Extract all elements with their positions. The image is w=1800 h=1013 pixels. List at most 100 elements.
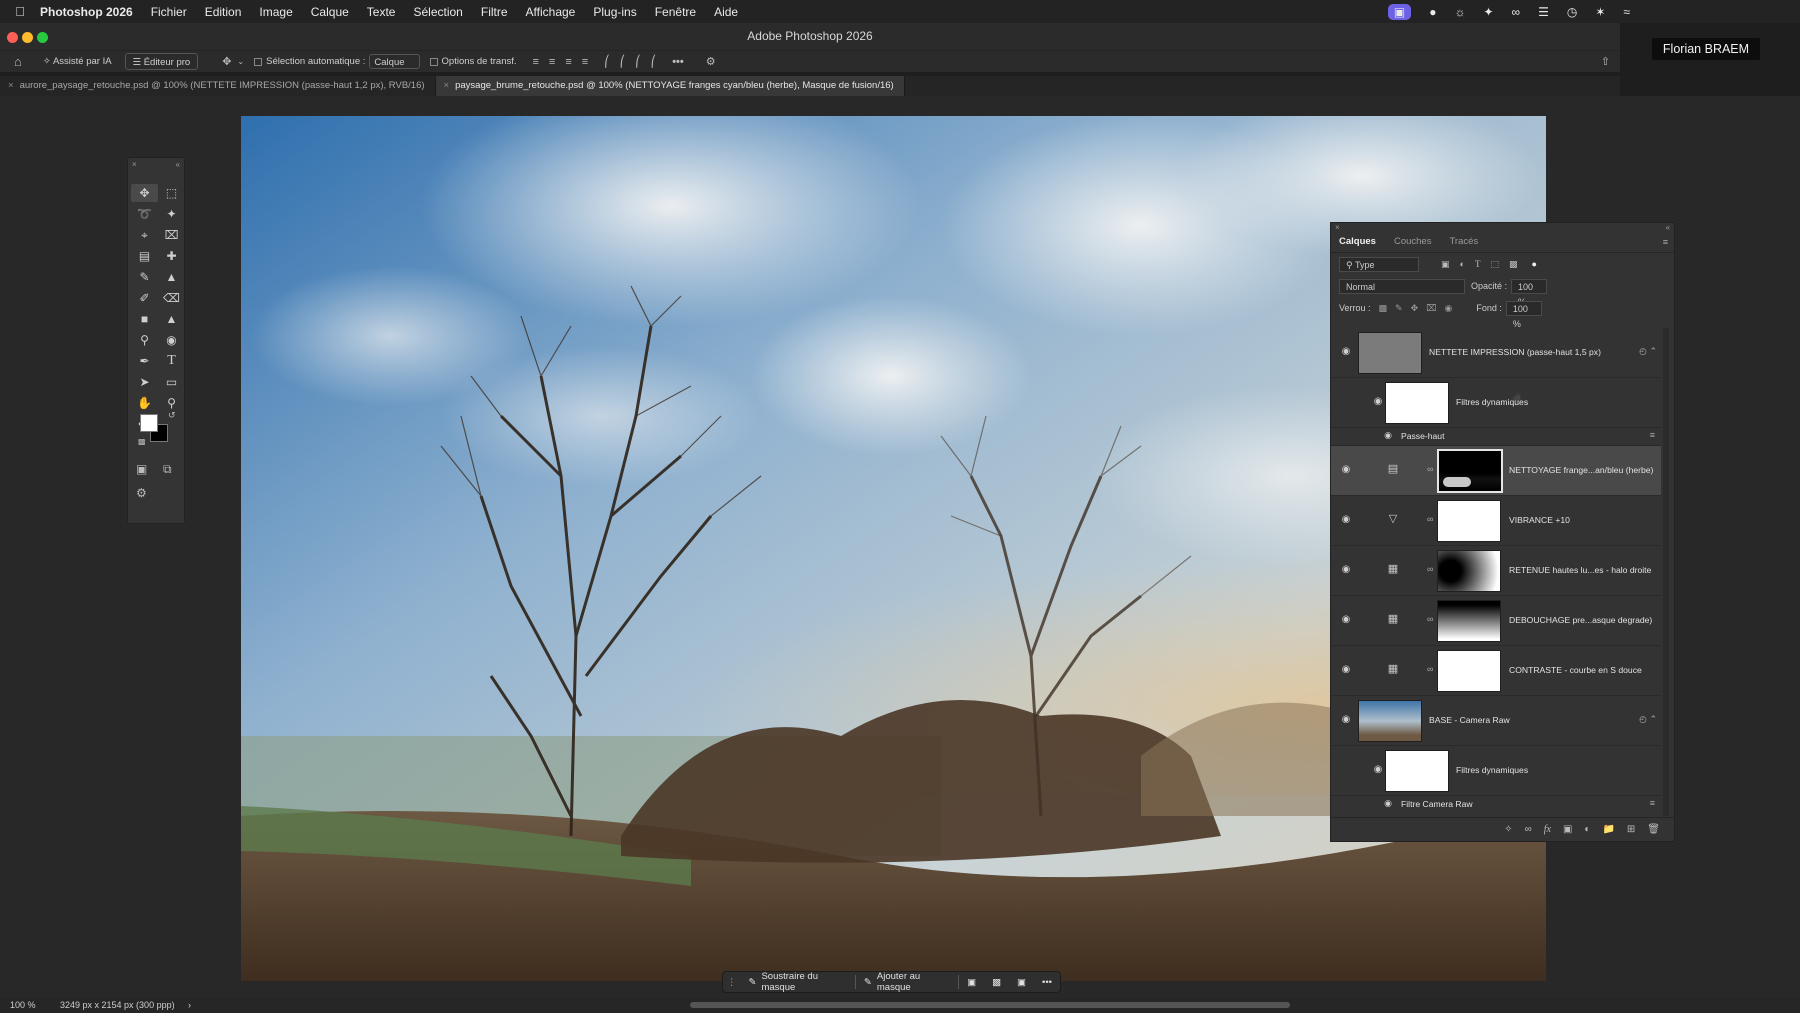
visibility-eye-icon[interactable]: ◉ xyxy=(1381,430,1395,441)
mask-link-icon[interactable]: ∞ xyxy=(1427,664,1433,674)
fill-input[interactable]: 100 % xyxy=(1505,300,1542,329)
wifi-icon[interactable]: ≈ xyxy=(1623,5,1630,19)
menu-fichier[interactable]: Fichier xyxy=(151,5,187,19)
home-icon[interactable]: ⌂ xyxy=(14,54,22,69)
align-center-icon[interactable]: ≡ xyxy=(549,56,555,68)
hand-tool-icon[interactable]: ✋ xyxy=(131,394,158,412)
gear-icon[interactable]: ⚙ xyxy=(706,55,716,68)
visibility-eye-icon[interactable]: ◉ xyxy=(1339,564,1353,575)
horizontal-scrollbar[interactable] xyxy=(690,1002,1290,1008)
layer-filter-dropdown[interactable]: ⚲ Type xyxy=(1339,256,1419,272)
layer-contraste[interactable]: ◉ ▦ ∞ CONTRASTE - courbe en S douce xyxy=(1331,646,1661,696)
visibility-eye-icon[interactable]: ◉ xyxy=(1339,614,1353,625)
status-chevron-icon[interactable]: › xyxy=(188,998,191,1013)
app-menu[interactable]: Photoshop 2026 xyxy=(40,5,133,19)
layer-smart-filters-base[interactable]: ◉ Filtres dynamiques xyxy=(1331,746,1661,796)
align-top-icon[interactable]: ⎛ xyxy=(604,55,610,68)
collapse-panel-icon[interactable]: « xyxy=(176,160,180,169)
invert-mask-icon[interactable]: ▩ xyxy=(984,977,1009,988)
filter-shape-icon[interactable]: ⬚ xyxy=(1490,259,1499,270)
sponge-tool-icon[interactable]: ◉ xyxy=(158,331,185,349)
lock-position-icon[interactable]: ✥ xyxy=(1411,303,1419,314)
layer-mask-thumbnail[interactable] xyxy=(1437,500,1501,542)
layer-mask-thumbnail[interactable] xyxy=(1437,550,1501,592)
close-window-icon[interactable] xyxy=(7,32,18,43)
menu-plugins[interactable]: Plug-ins xyxy=(593,5,636,19)
crop-tool-icon[interactable]: ⌖ xyxy=(131,226,158,244)
layer-mask-thumbnail[interactable] xyxy=(1437,600,1501,642)
zoom-window-icon[interactable] xyxy=(37,32,48,43)
layer-passe-haut[interactable]: ◉ Passe-haut ≡ xyxy=(1331,428,1661,446)
layer-base-camera-raw[interactable]: ◉ BASE - Camera Raw ◴ ⌃ xyxy=(1331,696,1661,746)
menu-selection[interactable]: Sélection xyxy=(413,5,462,19)
document-size[interactable]: 3249 px x 2154 px (300 ppp) xyxy=(60,998,175,1013)
layer-camera-raw-filter[interactable]: ◉ Filtre Camera Raw ≡ xyxy=(1331,796,1661,814)
brush-tool-icon[interactable]: ✎ xyxy=(131,268,158,286)
auto-select-checkbox[interactable] xyxy=(254,57,263,66)
adjustment-layer-icon[interactable]: ◐ xyxy=(1584,824,1590,835)
layer-debouchage[interactable]: ◉ ▦ ∞ DEBOUCHAGE pre...asque degrade) xyxy=(1331,596,1661,646)
layer-mask-thumbnail[interactable] xyxy=(1437,650,1501,692)
visibility-eye-icon[interactable]: ◉ xyxy=(1339,664,1353,675)
sparkle-icon[interactable]: ✦ xyxy=(1483,5,1493,19)
ruler-tool-icon[interactable]: ▤ xyxy=(131,247,158,265)
layer-mask-thumbnail[interactable] xyxy=(1437,449,1503,493)
ai-assist-icon[interactable]: ✧ xyxy=(1504,824,1512,835)
path-selection-icon[interactable]: ➤ xyxy=(131,373,158,391)
panel-menu-icon[interactable]: ≡ xyxy=(1663,237,1668,247)
distribute-vertical-icon[interactable]: ≡ xyxy=(582,56,588,68)
filter-options-icon[interactable]: ≡ xyxy=(1650,798,1655,808)
tab-aurore[interactable]: × aurore_paysage_retouche.psd @ 100% (NET… xyxy=(0,76,436,96)
visibility-eye-icon[interactable]: ◉ xyxy=(1371,764,1385,775)
dodge-tool-icon[interactable]: ⚲ xyxy=(131,331,158,349)
rectangle-tool-icon[interactable]: ▭ xyxy=(158,373,185,391)
marquee-tool-icon[interactable]: ⬚ xyxy=(158,184,185,202)
fx-icon[interactable]: fx xyxy=(1544,824,1551,835)
visibility-eye-icon[interactable]: ◉ xyxy=(1339,514,1353,525)
type-tool-icon[interactable]: T xyxy=(158,352,185,370)
filter-pixel-icon[interactable]: ▣ xyxy=(1441,259,1450,270)
close-panel-icon[interactable]: × xyxy=(132,160,137,169)
close-tab-icon[interactable]: × xyxy=(444,80,450,91)
lock-pixels-icon[interactable]: ✎ xyxy=(1395,303,1403,314)
more-options-icon[interactable]: ••• xyxy=(1034,977,1060,988)
delete-layer-icon[interactable]: 🗑 xyxy=(1647,824,1660,835)
visibility-eye-icon[interactable]: ◉ xyxy=(1339,346,1353,357)
swap-colors-icon[interactable]: ↺ xyxy=(168,410,176,421)
new-layer-icon[interactable]: ⊞ xyxy=(1627,824,1635,835)
align-left-icon[interactable]: ≡ xyxy=(533,56,539,68)
visibility-eye-icon[interactable]: ◉ xyxy=(1371,396,1385,407)
bluetooth-icon[interactable]: ✶ xyxy=(1595,5,1605,19)
menu-calque[interactable]: Calque xyxy=(311,5,349,19)
edit-toolbar-icon[interactable]: ⚙ xyxy=(136,486,147,500)
layer-nettoyage-franges[interactable]: ◉ ▤ ∞ NETTOYAGE frange...an/bleu (herbe) xyxy=(1331,446,1661,496)
mask-options-icon[interactable]: ▣ xyxy=(959,977,984,988)
mask-link-icon[interactable]: ∞ xyxy=(1427,564,1433,574)
eraser-tool-icon[interactable]: ⌫ xyxy=(158,289,185,307)
close-panel-icon[interactable]: × xyxy=(1335,223,1340,232)
filter-toggle-icon[interactable]: ● xyxy=(1531,259,1536,269)
tab-calques[interactable]: Calques xyxy=(1339,236,1376,247)
menu-texte[interactable]: Texte xyxy=(367,5,396,19)
mask-link-icon[interactable]: ∞ xyxy=(1427,614,1433,624)
frame-tool-icon[interactable]: ⌧ xyxy=(158,226,185,244)
foreground-color-swatch-top[interactable] xyxy=(140,414,158,432)
tab-couches[interactable]: Couches xyxy=(1394,236,1432,247)
layer-vibrance[interactable]: ◉ ▽ ∞ VIBRANCE +10 xyxy=(1331,496,1661,546)
move-tool-icon[interactable]: ✥ xyxy=(131,184,158,202)
add-to-mask-button[interactable]: ✎ Ajouter au masque xyxy=(856,971,958,993)
menu-edition[interactable]: Edition xyxy=(205,5,242,19)
healing-brush-icon[interactable]: ✚ xyxy=(158,247,185,265)
menu-filtre[interactable]: Filtre xyxy=(481,5,508,19)
layer-nettete-impression[interactable]: ◉ NETTETE IMPRESSION (passe-haut 1,5 px)… xyxy=(1331,328,1661,378)
ai-assist-button[interactable]: ✧ Assisté par IA xyxy=(36,53,119,70)
filter-adjustment-icon[interactable]: ◐ xyxy=(1460,259,1465,269)
smart-filter-toggle-icon[interactable]: ◴ ⌃ xyxy=(1639,346,1657,357)
zoom-level[interactable]: 100 % xyxy=(10,998,36,1013)
menu-fenetre[interactable]: Fenêtre xyxy=(655,5,696,19)
visibility-eye-icon[interactable]: ◉ xyxy=(1381,798,1395,809)
link-layers-icon[interactable]: ∞ xyxy=(1525,824,1532,835)
clock-icon[interactable]: ◷ xyxy=(1567,5,1577,19)
stamp-tool-icon[interactable]: ▲ xyxy=(158,268,185,286)
filter-type-icon[interactable]: T xyxy=(1475,259,1481,269)
